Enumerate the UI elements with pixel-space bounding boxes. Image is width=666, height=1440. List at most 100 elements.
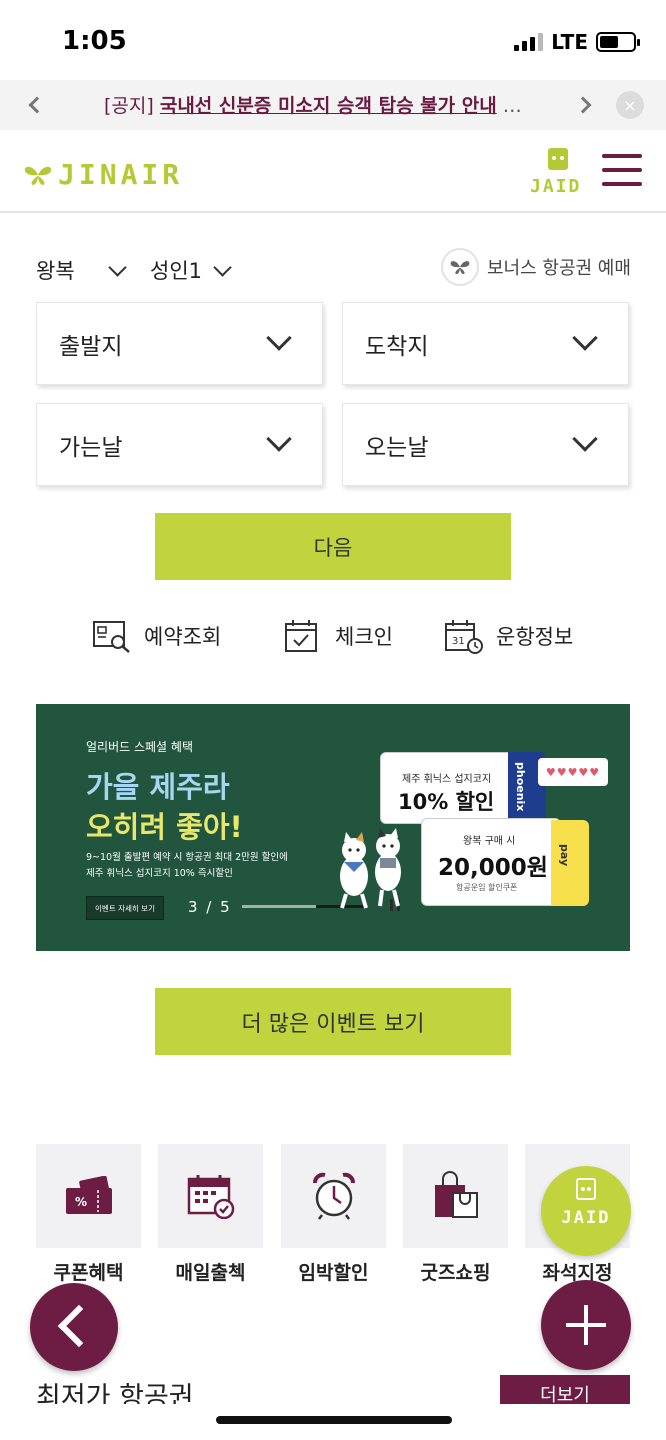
bonus-ticket-label: 보너스 항공권 예매 bbox=[487, 258, 631, 279]
next-button[interactable]: 다음 bbox=[155, 513, 511, 580]
banner-page-indicator: 3 / 5 bbox=[188, 898, 232, 916]
hearts-bubble: ♥♥♥♥♥ bbox=[538, 758, 608, 786]
category-label: 임박할인 bbox=[298, 1262, 369, 1284]
coupon-card-amount: 20,000원 bbox=[438, 855, 548, 881]
quick-link-checkin[interactable]: 체크인 bbox=[283, 618, 393, 654]
category-icon-box: % bbox=[36, 1144, 141, 1248]
arrival-field[interactable]: 도착지 bbox=[342, 302, 629, 385]
lowest-fare-title: 최저가 항공권 bbox=[36, 1382, 194, 1405]
trip-type-value: 왕복 bbox=[36, 259, 75, 283]
coupon-card-subtitle: 왕복 구매 시 bbox=[463, 836, 516, 847]
quick-link-flight-info[interactable]: 31 운항정보 bbox=[444, 618, 573, 654]
reservation-search-icon bbox=[93, 621, 130, 653]
status-time: 1:05 bbox=[62, 26, 127, 56]
jaid-chatbot-float-button[interactable]: JAID bbox=[541, 1166, 631, 1256]
event-banner[interactable]: 얼리버드 스페셜 혜택 가을 제주라 오히려 좋아! 9~10월 출발편 예약 … bbox=[36, 704, 630, 951]
notice-next-button[interactable] bbox=[568, 90, 598, 120]
category-daily-checkin[interactable]: 매일출첵 bbox=[158, 1144, 263, 1285]
notice-close-button[interactable]: × bbox=[616, 91, 644, 119]
category-label: 매일출첵 bbox=[175, 1262, 246, 1284]
cat-mascots-illustration bbox=[340, 828, 401, 909]
category-label: 쿠폰혜택 bbox=[53, 1262, 124, 1284]
battery-level bbox=[600, 36, 618, 48]
chevron-down-icon bbox=[213, 257, 232, 277]
jaid-chatbot-button[interactable]: JAID bbox=[530, 148, 588, 202]
category-last-minute[interactable]: 임박할인 bbox=[281, 1144, 386, 1285]
banner-title-line1: 가을 제주라 bbox=[86, 770, 230, 804]
trip-type-select[interactable]: 왕복 bbox=[36, 255, 127, 285]
category-goods-shopping[interactable]: 굿즈쇼핑 bbox=[403, 1144, 508, 1285]
alarm-clock-icon bbox=[312, 1172, 355, 1220]
chevron-right-icon bbox=[574, 96, 592, 114]
banner-progress-fill bbox=[242, 905, 317, 908]
notice-text[interactable]: [공지] 국내선 신분증 미소지 승객 탑승 불가 안내 … bbox=[104, 91, 559, 118]
category-icon-box bbox=[281, 1144, 386, 1248]
coupon-card-discount: 10% 할인 bbox=[398, 790, 495, 814]
departure-field[interactable]: 출발지 bbox=[36, 302, 323, 385]
coupon-card-subtitle: 제주 휘닉스 섭지코지 bbox=[402, 774, 492, 785]
network-label: LTE bbox=[551, 30, 588, 54]
jaid-label: JAID bbox=[530, 176, 582, 197]
butterfly-icon bbox=[441, 248, 479, 286]
chevron-down-icon bbox=[572, 426, 598, 452]
shopping-bag-icon bbox=[434, 1171, 478, 1218]
category-coupon[interactable]: % 쿠폰혜택 bbox=[36, 1144, 141, 1285]
departure-label: 출발지 bbox=[59, 334, 123, 360]
quick-link-reservation[interactable]: 예약조회 bbox=[92, 618, 221, 654]
notice-bar: [공지] 국내선 신분증 미소지 승객 탑승 불가 안내 … bbox=[0, 80, 666, 130]
banner-description: 9~10월 출발편 예약 시 항공권 최대 2만원 할인에 제주 휘닉스 섭지코… bbox=[86, 850, 346, 882]
plus-float-button[interactable] bbox=[541, 1280, 631, 1370]
category-icon-box bbox=[403, 1144, 508, 1248]
depart-date-label: 가는날 bbox=[59, 435, 123, 461]
more-events-button[interactable]: 더 많은 이벤트 보기 bbox=[155, 988, 511, 1055]
chevron-down-icon bbox=[266, 426, 292, 452]
status-indicators: LTE bbox=[514, 30, 640, 54]
category-icon-box bbox=[158, 1144, 263, 1248]
robot-icon bbox=[548, 148, 568, 170]
bonus-ticket-link[interactable]: 보너스 항공권 예매 bbox=[441, 248, 631, 286]
banner-detail-button[interactable]: 이벤트 자세히 보기 bbox=[86, 896, 164, 920]
return-date-label: 오는날 bbox=[365, 435, 429, 461]
chevron-left-icon bbox=[28, 96, 46, 114]
banner-desc-line1: 9~10월 출발편 예약 시 항공권 최대 2만원 할인에 bbox=[86, 852, 288, 863]
home-indicator[interactable] bbox=[216, 1416, 452, 1424]
coupon-stub-label: pay bbox=[558, 844, 571, 867]
svg-text:31: 31 bbox=[452, 636, 465, 647]
notice-prev-button[interactable] bbox=[22, 90, 52, 120]
jinair-logo[interactable]: JINAIR bbox=[24, 158, 183, 191]
svg-text:%: % bbox=[75, 1195, 87, 1209]
flight-schedule-icon: 31 bbox=[445, 620, 483, 654]
jaid-float-label: JAID bbox=[561, 1208, 611, 1228]
notice-link[interactable]: 국내선 신분증 미소지 승객 탑승 불가 안내 bbox=[160, 95, 497, 117]
butterfly-logo-icon bbox=[24, 166, 52, 185]
arrival-label: 도착지 bbox=[365, 334, 429, 360]
chevron-down-icon bbox=[107, 257, 127, 277]
notice-ellipsis: … bbox=[502, 95, 522, 117]
quick-link-label: 예약조회 bbox=[144, 625, 222, 649]
coupon-stub-label: phoenix bbox=[514, 762, 527, 812]
notice-tag: [공지] bbox=[104, 95, 154, 117]
back-float-button[interactable] bbox=[30, 1283, 118, 1371]
coupon-card-note: 항공운임 할인쿠폰 bbox=[456, 883, 518, 892]
signal-icon bbox=[514, 33, 544, 51]
hamburger-menu-icon[interactable] bbox=[602, 154, 642, 186]
battery-icon bbox=[596, 32, 640, 52]
passenger-value: 성인1 bbox=[150, 259, 203, 283]
banner-subtitle: 얼리버드 스페셜 혜택 bbox=[86, 740, 193, 754]
coupon-icon: % bbox=[65, 1176, 112, 1214]
app-header: JINAIR JAID bbox=[0, 130, 666, 213]
chevron-down-icon bbox=[572, 325, 598, 351]
robot-icon bbox=[576, 1178, 596, 1200]
banner-desc-line2: 제주 휘닉스 섭지코지 10% 즉시할인 bbox=[86, 868, 233, 879]
chevron-left-icon bbox=[57, 1304, 101, 1348]
return-date-field[interactable]: 오는날 bbox=[342, 403, 629, 486]
quick-link-label: 체크인 bbox=[335, 625, 393, 649]
quick-link-label: 운항정보 bbox=[496, 625, 574, 649]
more-button[interactable]: 더보기 bbox=[500, 1375, 630, 1405]
depart-date-field[interactable]: 가는날 bbox=[36, 403, 323, 486]
passenger-select[interactable]: 성인1 bbox=[150, 255, 232, 285]
checkin-calendar-icon bbox=[285, 620, 317, 652]
logo-wordmark: JINAIR bbox=[58, 158, 184, 191]
chevron-down-icon bbox=[266, 325, 292, 351]
banner-title-line2: 오히려 좋아! bbox=[86, 810, 243, 844]
